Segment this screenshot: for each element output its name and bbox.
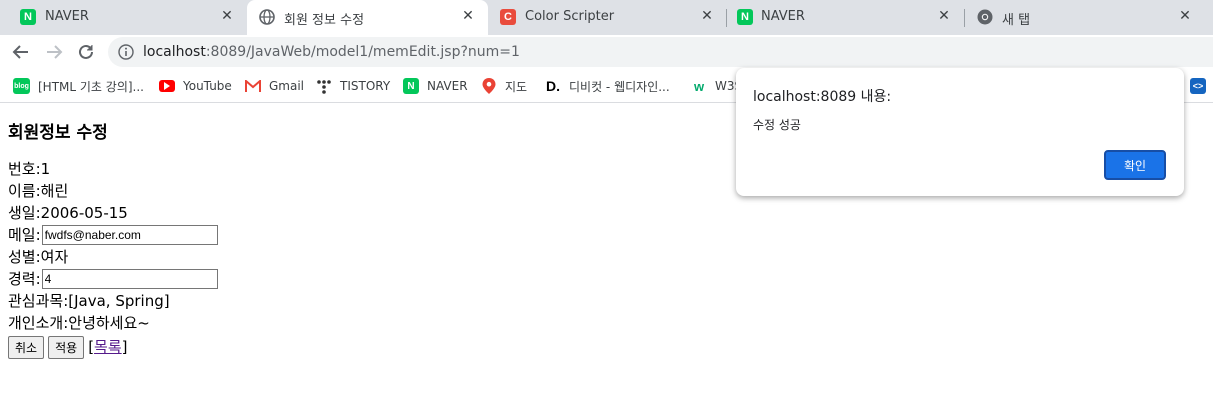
tab-strip: N NAVER ✕ 회원 정보 수정 ✕ C Color Scripter ✕ … bbox=[0, 0, 1213, 35]
bookmark-label: [HTML 기초 강의]... bbox=[38, 79, 144, 94]
naver-icon: N bbox=[20, 9, 36, 25]
bookmark-gmail[interactable]: Gmail bbox=[245, 77, 304, 95]
tab-naver-1[interactable]: N NAVER ✕ bbox=[0, 0, 247, 35]
globe-icon bbox=[259, 9, 275, 25]
bookmark-label: 지도 bbox=[505, 79, 528, 94]
row-intro: 개인소개: 안녕하세요~ bbox=[8, 312, 218, 334]
dbcut-icon: D. bbox=[546, 78, 560, 94]
forward-button[interactable] bbox=[42, 40, 66, 64]
intro-label: 개인소개: bbox=[8, 314, 69, 332]
url-text[interactable]: localhost:8089/JavaWeb/model1/memEdit.js… bbox=[143, 44, 520, 60]
bookmark-label: NAVER bbox=[427, 79, 468, 93]
ok-button[interactable]: 확인 bbox=[1104, 150, 1166, 180]
tab-title: 새 탭 bbox=[1002, 13, 1031, 28]
career-field[interactable] bbox=[41, 269, 218, 289]
info-icon[interactable] bbox=[118, 44, 134, 60]
name-label: 이름: bbox=[8, 182, 41, 200]
blog-icon: blog bbox=[13, 78, 30, 94]
close-icon[interactable]: ✕ bbox=[460, 8, 476, 24]
email-field[interactable] bbox=[41, 225, 218, 245]
row-career: 경력: bbox=[8, 268, 218, 290]
tab-title: Color Scripter bbox=[525, 9, 615, 24]
naver-icon: N bbox=[737, 9, 753, 25]
forward-arrow-icon bbox=[47, 45, 63, 59]
num-value: 1 bbox=[40, 160, 51, 178]
browser-toolbar: localhost:8089/JavaWeb/model1/memEdit.js… bbox=[0, 35, 1213, 69]
tab-title: NAVER bbox=[45, 9, 89, 24]
interest-label: 관심과목: bbox=[8, 292, 69, 310]
list-close-bracket: ] bbox=[121, 338, 128, 356]
bookmark-label: Gmail bbox=[269, 79, 305, 93]
birth-value: 2006-05-15 bbox=[40, 204, 128, 222]
bookmark-label: YouTube bbox=[183, 79, 232, 93]
reload-button[interactable] bbox=[74, 40, 98, 64]
reload-icon bbox=[79, 44, 93, 59]
bookmark-label: TISTORY bbox=[340, 79, 391, 93]
cancel-button[interactable]: 취소 bbox=[8, 335, 45, 359]
bookmark-label: 디비컷 - 웹디자인... bbox=[569, 79, 670, 94]
row-birth: 생일: 2006-05-15 bbox=[8, 202, 218, 224]
row-interest: 관심과목: [Java, Spring] bbox=[8, 290, 218, 312]
back-arrow-icon bbox=[12, 45, 28, 59]
row-actions: 취소 적용 [목록] bbox=[8, 334, 218, 360]
dialog-title: localhost:8089 내용: bbox=[753, 89, 892, 105]
alert-dialog: localhost:8089 내용: 수정 성공 확인 bbox=[736, 68, 1184, 196]
row-name: 이름: 해린 bbox=[8, 180, 218, 202]
page-content: 회원정보 수정 번호:1 이름:해린 생일:2006-05-15 메일: 성별:… bbox=[8, 118, 218, 360]
bookmark-w3schools[interactable]: w W3S bbox=[691, 77, 742, 95]
close-icon[interactable]: ✕ bbox=[699, 8, 715, 24]
youtube-icon bbox=[159, 80, 175, 92]
list-link[interactable]: 목록 bbox=[94, 336, 122, 358]
tab-member-edit[interactable]: 회원 정보 수정 ✕ bbox=[247, 0, 488, 35]
num-label: 번호: bbox=[8, 160, 41, 178]
bookmark-dbcut[interactable]: D. 디비컷 - 웹디자인... bbox=[545, 77, 670, 95]
bookmark-naver[interactable]: N NAVER bbox=[403, 77, 468, 95]
maps-icon bbox=[481, 78, 497, 94]
row-gender: 성별: 여자 bbox=[8, 246, 218, 268]
apply-button[interactable]: 적용 bbox=[48, 335, 85, 359]
mail-label: 메일: bbox=[8, 226, 41, 244]
row-num: 번호: 1 bbox=[8, 158, 218, 180]
back-button[interactable] bbox=[9, 40, 33, 64]
close-icon[interactable]: ✕ bbox=[936, 8, 952, 24]
career-label: 경력: bbox=[8, 270, 41, 288]
close-icon[interactable]: ✕ bbox=[1177, 8, 1193, 24]
tab-color-scripter[interactable]: C Color Scripter ✕ bbox=[488, 0, 727, 35]
bookmark-youtube[interactable]: YouTube bbox=[159, 77, 232, 95]
code-icon: <> bbox=[1190, 78, 1206, 94]
bookmark-html-lecture[interactable]: blog [HTML 기초 강의]... bbox=[13, 77, 144, 95]
close-icon[interactable]: ✕ bbox=[219, 8, 235, 24]
gender-value: 여자 bbox=[40, 248, 69, 266]
naver-icon: N bbox=[403, 78, 419, 94]
gender-label: 성별: bbox=[8, 248, 41, 266]
w3schools-icon: w bbox=[693, 78, 705, 94]
address-bar[interactable]: localhost:8089/JavaWeb/model1/memEdit.js… bbox=[108, 37, 1213, 67]
intro-value: 안녕하세요~ bbox=[68, 314, 150, 332]
url-path: :8089/JavaWeb/model1/memEdit.jsp?num=1 bbox=[205, 44, 520, 60]
bookmark-extension[interactable]: <> bbox=[1190, 77, 1213, 95]
tistory-icon bbox=[316, 78, 332, 94]
url-host: localhost bbox=[143, 44, 206, 60]
bookmark-maps[interactable]: 지도 bbox=[481, 77, 527, 95]
tab-new-tab[interactable]: 새 탭 ✕ bbox=[965, 0, 1205, 35]
interest-value: [Java, Spring] bbox=[68, 292, 170, 310]
name-value: 해린 bbox=[40, 182, 69, 200]
row-mail: 메일: bbox=[8, 224, 218, 246]
bookmark-tistory[interactable]: TISTORY bbox=[316, 77, 390, 95]
color-scripter-icon: C bbox=[500, 9, 516, 25]
tab-title: NAVER bbox=[761, 9, 805, 24]
page-title: 회원정보 수정 bbox=[8, 123, 108, 143]
birth-label: 생일: bbox=[8, 204, 41, 222]
dialog-message: 수정 성공 bbox=[753, 118, 801, 132]
chrome-icon bbox=[977, 9, 993, 25]
tab-title: 회원 정보 수정 bbox=[284, 13, 365, 28]
tab-naver-2[interactable]: N NAVER ✕ bbox=[727, 0, 964, 35]
gmail-icon bbox=[245, 78, 261, 94]
